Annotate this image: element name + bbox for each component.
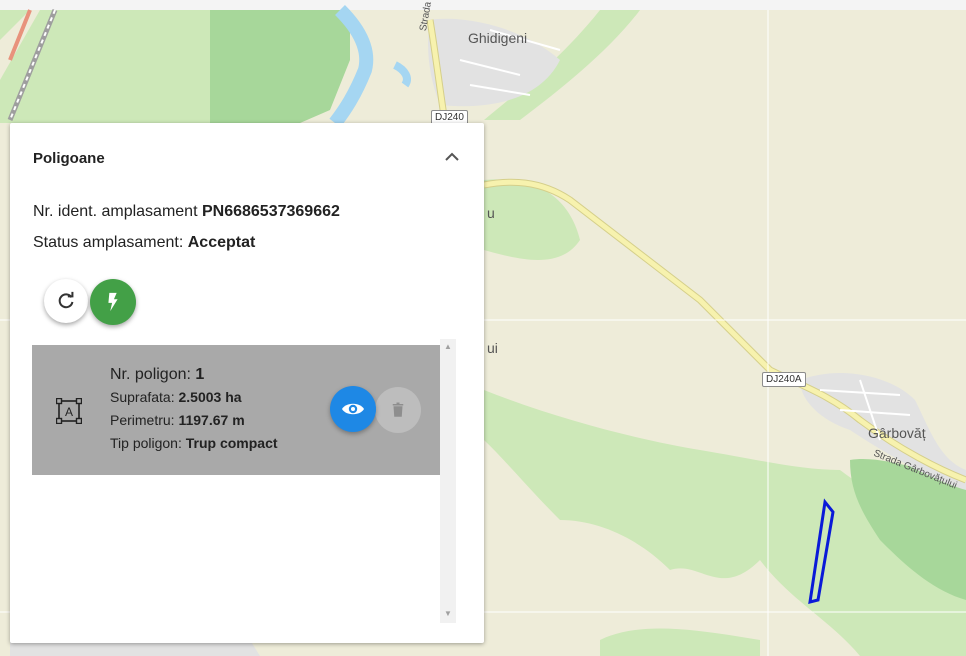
polygon-area: Suprafata: 2.5003 ha [110, 389, 242, 405]
map-label-partial-u: u [487, 205, 495, 221]
polygon-type-label: Tip poligon: [110, 435, 182, 451]
site-id-line: Nr. ident. amplasament PN6686537369662 [33, 203, 340, 221]
polygon-list-item[interactable]: A Nr. poligon: 1 Suprafata: 2.5003 ha Pe… [32, 345, 440, 475]
trash-icon [392, 402, 404, 417]
svg-text:A: A [65, 405, 73, 419]
site-id-value: PN6686537369662 [201, 203, 340, 220]
road-badge-dj240a: DJ240A [762, 372, 806, 387]
status-label: Status amplasament: [33, 234, 184, 251]
generate-button[interactable] [90, 279, 136, 325]
status-value: Acceptat [187, 234, 256, 251]
scroll-down-icon[interactable]: ▼ [444, 609, 452, 618]
list-scrollbar[interactable] [440, 339, 456, 623]
refresh-icon [58, 291, 74, 309]
polygon-type: Tip poligon: Trup compact [110, 435, 278, 451]
delete-polygon-button[interactable] [375, 387, 421, 433]
polygons-panel: Poligoane Nr. ident. amplasament PN66865… [10, 123, 484, 643]
polygon-perimeter-value: 1197.67 m [178, 412, 245, 428]
polygon-type-value: Trup compact [185, 435, 278, 451]
site-id-label: Nr. ident. amplasament [33, 203, 198, 220]
map-label-partial-ui: ui [487, 340, 498, 356]
status-line: Status amplasament: Acceptat [33, 234, 255, 252]
polygon-area-value: 2.5003 ha [178, 389, 242, 405]
map-label-garbovat: Gârbovăț [868, 425, 926, 441]
polygon-number-value: 1 [195, 366, 205, 383]
polygon-area-label: Suprafata: [110, 389, 175, 405]
eye-icon [342, 403, 364, 415]
polygon-shape-icon: A [55, 397, 83, 425]
chevron-up-icon[interactable] [440, 145, 464, 169]
polygon-perimeter: Perimetru: 1197.67 m [110, 412, 245, 428]
scroll-up-icon[interactable]: ▲ [444, 342, 452, 351]
polygon-perimeter-label: Perimetru: [110, 412, 175, 428]
map-label-ghidigeni: Ghidigeni [468, 30, 528, 46]
polygon-number-label: Nr. poligon: [110, 366, 191, 383]
panel-title: Poligoane [33, 150, 105, 167]
refresh-button[interactable] [44, 279, 88, 323]
view-polygon-button[interactable] [330, 386, 376, 432]
polygon-number: Nr. poligon: 1 [110, 366, 204, 384]
lightning-icon [108, 292, 118, 312]
